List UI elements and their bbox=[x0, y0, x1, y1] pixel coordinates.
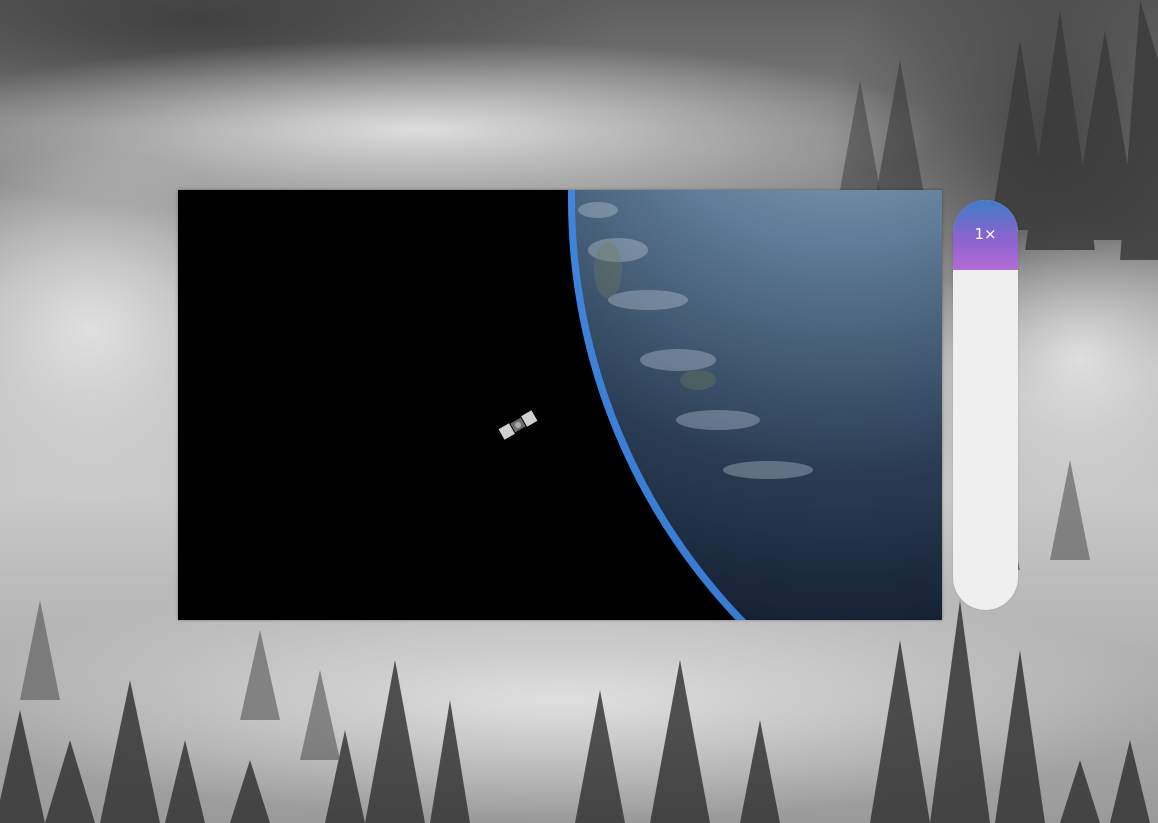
playback-speed-label: 1× bbox=[974, 225, 997, 243]
playback-speed-slider[interactable]: 1× bbox=[953, 200, 1018, 610]
page-stage: 1× bbox=[0, 0, 1158, 823]
earth-satellite-image bbox=[178, 190, 942, 620]
video-player[interactable] bbox=[178, 190, 942, 620]
